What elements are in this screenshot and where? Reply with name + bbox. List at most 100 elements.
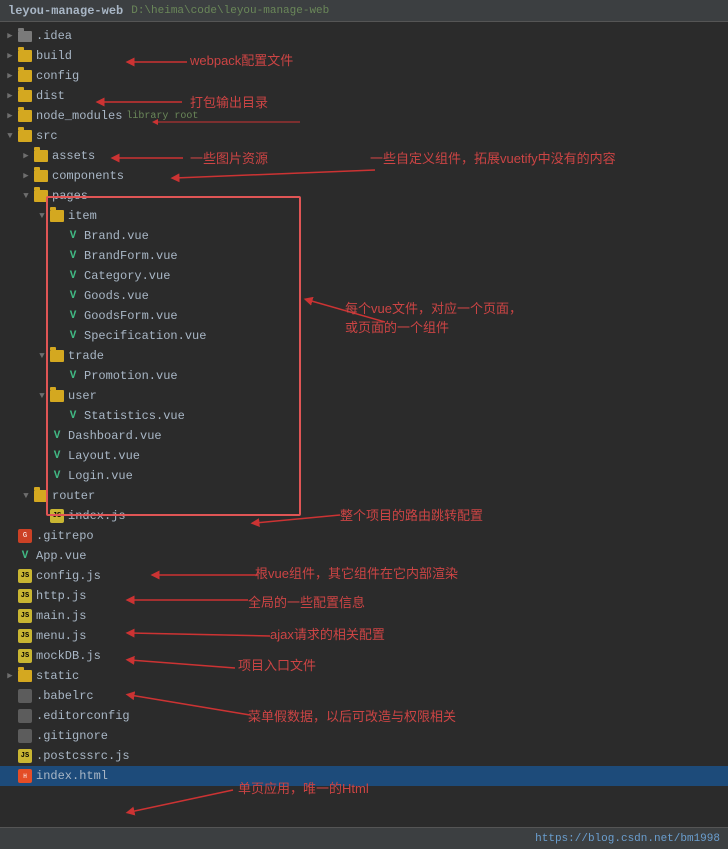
tree-item-config[interactable]: config [0,66,728,86]
item-label: .editorconfig [36,709,130,723]
item-label: Specification.vue [84,329,206,343]
arrow-icon [4,130,16,142]
tree-item-trade[interactable]: trade [0,346,728,366]
tree-item-static[interactable]: static [0,666,728,686]
item-label: config [36,69,79,83]
vue-icon [66,369,80,383]
item-label: assets [52,149,95,163]
rc-icon [18,709,32,723]
footer-url[interactable]: https://blog.csdn.net/bm1998 [535,833,720,845]
tree-item-gitrepo[interactable]: .gitrepo [0,526,728,546]
arrow-icon [4,110,16,122]
tree-item-build[interactable]: build [0,46,728,66]
item-label: http.js [36,589,86,603]
item-label: menu.js [36,629,86,643]
folder-icon [18,50,32,62]
tree-item-router[interactable]: router [0,486,728,506]
item-label: trade [68,349,104,363]
folder-icon [18,130,32,142]
footer-bar: https://blog.csdn.net/bm1998 [0,827,728,849]
folder-icon [50,210,64,222]
tree-item-dashboard-vue[interactable]: Dashboard.vue [0,426,728,446]
tree-item-pages[interactable]: pages [0,186,728,206]
arrow-icon [4,670,16,682]
tree-item-brand-vue[interactable]: Brand.vue [0,226,728,246]
main-container: leyou-manage-web D:\heima\code\leyou-man… [0,0,728,849]
tree-item-brandform-vue[interactable]: BrandForm.vue [0,246,728,266]
item-label: .gitrepo [36,529,94,543]
item-label: GoodsForm.vue [84,309,178,323]
vue-icon [66,249,80,263]
tree-item-config-js[interactable]: config.js [0,566,728,586]
js-icon [18,629,32,643]
tree-item-goods-vue[interactable]: Goods.vue [0,286,728,306]
item-label: Dashboard.vue [68,429,162,443]
arrow-icon [4,50,16,62]
folder-icon [34,150,48,162]
js-icon [18,589,32,603]
arrow-icon [20,170,32,182]
tree-item-main-js[interactable]: main.js [0,606,728,626]
item-label: src [36,129,58,143]
rc-icon [18,689,32,703]
js-icon [18,649,32,663]
item-label: Layout.vue [68,449,140,463]
tree-item-index-html[interactable]: index.html [0,766,728,786]
vue-icon [66,309,80,323]
tree-item-login-vue[interactable]: Login.vue [0,466,728,486]
item-label: index.html [36,769,108,783]
vue-icon [18,549,32,563]
tree-item-specification-vue[interactable]: Specification.vue [0,326,728,346]
js-icon [18,569,32,583]
folder-icon [18,31,32,42]
tree-item-user[interactable]: user [0,386,728,406]
tree-item-category-vue[interactable]: Category.vue [0,266,728,286]
tree-item-idea[interactable]: .idea [0,26,728,46]
tree-item-components[interactable]: components [0,166,728,186]
item-label: components [52,169,124,183]
item-label: Brand.vue [84,229,149,243]
item-label: index.js [68,509,126,523]
item-label: dist [36,89,65,103]
arrow-icon [36,350,48,362]
tree-item-src[interactable]: src [0,126,728,146]
vue-icon [50,429,64,443]
item-label: .postcssrc.js [36,749,130,763]
tree-item-assets[interactable]: assets [0,146,728,166]
header-bar: leyou-manage-web D:\heima\code\leyou-man… [0,0,728,22]
folder-icon [18,70,32,82]
tree-item-node-modules[interactable]: node_modules library root [0,106,728,126]
arrow-icon [20,150,32,162]
tree-item-promotion-vue[interactable]: Promotion.vue [0,366,728,386]
arrow-icon [4,70,16,82]
vue-icon [66,289,80,303]
tree-item-goodsform-vue[interactable]: GoodsForm.vue [0,306,728,326]
item-label: node_modules [36,109,122,123]
tree-item-mockdb-js[interactable]: mockDB.js [0,646,728,666]
tree-item-http-js[interactable]: http.js [0,586,728,606]
tree-item-layout-vue[interactable]: Layout.vue [0,446,728,466]
folder-icon [50,390,64,402]
item-label: router [52,489,95,503]
tree-item-app-vue[interactable]: App.vue [0,546,728,566]
js-icon [18,609,32,623]
tree-item-editorconfig[interactable]: .editorconfig [0,706,728,726]
arrow-icon [20,190,32,202]
tree-item-gitignore[interactable]: .gitignore [0,726,728,746]
tree-item-menu-js[interactable]: menu.js [0,626,728,646]
tree-item-statistics-vue[interactable]: Statistics.vue [0,406,728,426]
tree-item-dist[interactable]: dist [0,86,728,106]
folder-icon [18,670,32,682]
folder-icon [50,350,64,362]
arrow-icon [36,390,48,402]
folder-icon [34,170,48,182]
vue-icon [66,229,80,243]
item-label: Login.vue [68,469,133,483]
item-label: .idea [36,29,72,43]
tree-item-postcssrc[interactable]: .postcssrc.js [0,746,728,766]
vue-icon [50,449,64,463]
item-label: pages [52,189,88,203]
tree-item-router-index[interactable]: index.js [0,506,728,526]
tree-item-item[interactable]: item [0,206,728,226]
tree-item-babelrc[interactable]: .babelrc [0,686,728,706]
